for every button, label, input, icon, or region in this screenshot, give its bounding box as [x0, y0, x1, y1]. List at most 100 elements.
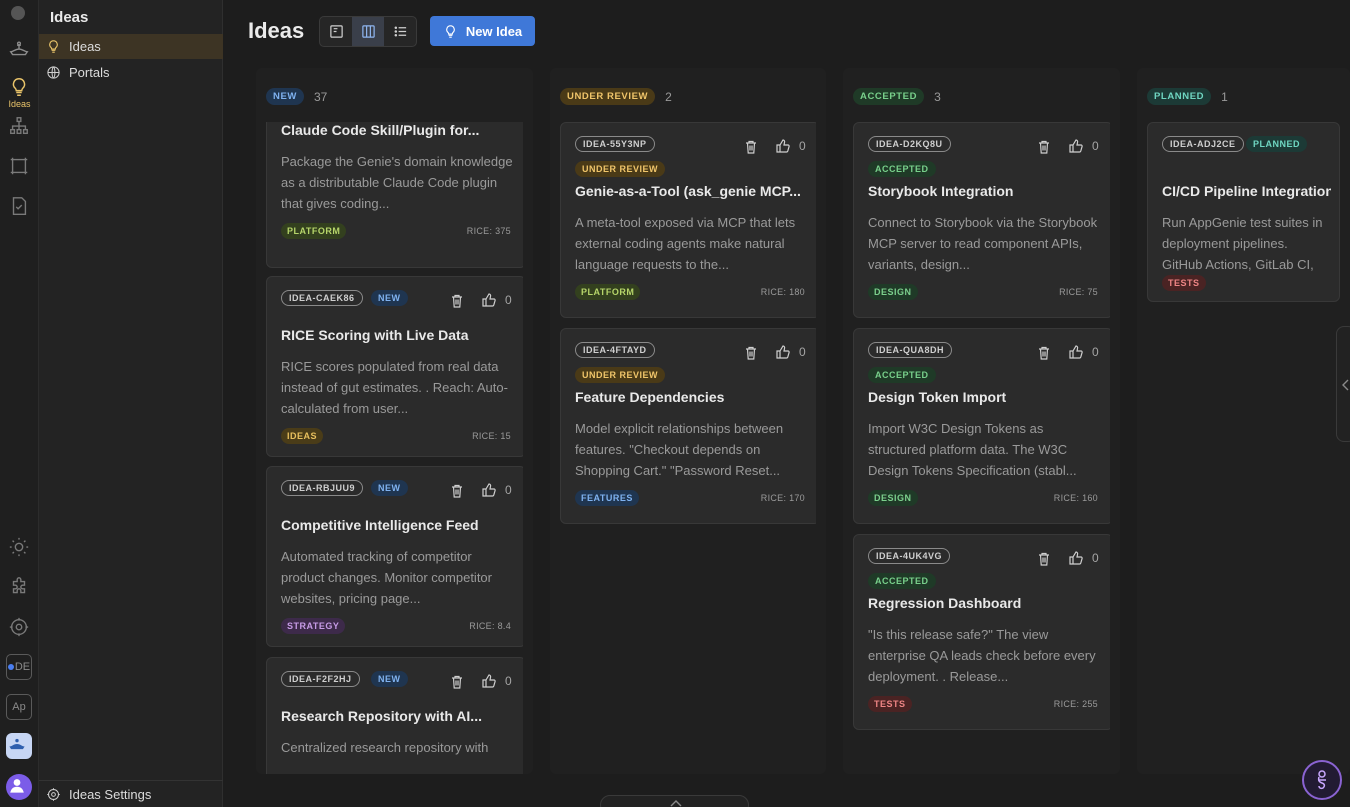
idea-status-badge: NEW	[371, 671, 408, 687]
trash-icon[interactable]	[449, 674, 465, 690]
user-avatar[interactable]	[6, 774, 32, 800]
idea-title[interactable]: Competitive Intelligence Feed	[281, 517, 517, 533]
idea-description: "Is this release safe?" The view enterpr…	[868, 627, 1096, 684]
idea-title[interactable]: Design Token Import	[868, 389, 1104, 405]
ideas-settings-label: Ideas Settings	[69, 786, 152, 802]
rice-score: RICE: 75	[1059, 287, 1098, 297]
column-status-badge: UNDER REVIEW	[560, 88, 656, 105]
column-new: NEW 37 Claude Code Skill/Plugin for... Pack…	[256, 68, 533, 774]
idea-title[interactable]: Genie-as-a-Tool (ask_genie MCP...	[575, 183, 811, 199]
thumbs-up-icon[interactable]	[481, 292, 497, 308]
idea-card[interactable]: IDEA-CAEK86 NEW 0 RICE Scoring with Live Da…	[266, 276, 523, 457]
idea-id-badge: IDEA-D2KQ8U	[868, 136, 951, 152]
genie-lamp-icon[interactable]	[4, 34, 34, 64]
column-count: 1	[1221, 89, 1228, 104]
trash-icon[interactable]	[743, 345, 759, 361]
idea-description: Package the Genie's domain knowledge as …	[281, 154, 513, 211]
rice-score: RICE: 160	[1053, 493, 1098, 503]
idea-tag: DESIGN	[868, 284, 918, 300]
sun-icon[interactable]	[4, 532, 34, 562]
trash-icon[interactable]	[1036, 139, 1052, 155]
idea-card[interactable]: IDEA-F2F2HJ NEW 0 Research Repository with …	[266, 657, 523, 774]
list-view-button[interactable]	[384, 17, 416, 46]
bottom-panel-handle[interactable]	[600, 795, 749, 807]
thumbs-up-icon[interactable]	[1068, 550, 1084, 566]
idea-title[interactable]: Feature Dependencies	[575, 389, 811, 405]
hierarchy-icon[interactable]	[4, 111, 34, 141]
thumbs-up-icon[interactable]	[481, 673, 497, 689]
trash-icon[interactable]	[449, 483, 465, 499]
idea-tag: FEATURES	[575, 490, 639, 506]
list-view-icon	[394, 26, 406, 37]
card-list: IDEA-55Y3NP UNDER REVIEW 0 Genie-as-a-Tool …	[560, 122, 816, 774]
frame-icon[interactable]	[4, 151, 34, 181]
idea-card[interactable]: IDEA-ADJ2CE PLANNED CI/CD Pipeline Integra…	[1147, 122, 1340, 302]
idea-id-badge: IDEA-55Y3NP	[575, 136, 655, 152]
idea-description: Centralized research repository with	[281, 740, 489, 755]
right-panel-handle[interactable]	[1336, 326, 1350, 442]
thumbs-up-icon[interactable]	[481, 482, 497, 498]
ideas-settings-link[interactable]: Ideas Settings	[39, 780, 223, 807]
idea-card[interactable]: IDEA-RBJUU9 NEW 0 Competitive Intelligence …	[266, 466, 523, 647]
sidebar: Ideas Ideas Portals Ideas Settings	[39, 0, 223, 807]
workspace-de-button[interactable]: DE	[6, 654, 32, 680]
thumbs-up-icon[interactable]	[1068, 138, 1084, 154]
board-view-button[interactable]	[352, 17, 384, 46]
idea-id-badge: IDEA-RBJUU9	[281, 480, 364, 496]
idea-status-badge: UNDER REVIEW	[575, 367, 666, 383]
idea-card[interactable]: Claude Code Skill/Plugin for... Package t…	[266, 122, 523, 268]
workspace-ap-button[interactable]: Ap	[6, 694, 32, 720]
idea-title[interactable]: Regression Dashboard	[868, 595, 1104, 611]
idea-id-badge: IDEA-ADJ2CE	[1162, 136, 1244, 152]
vote-count: 0	[799, 345, 806, 359]
globe-icon	[47, 66, 60, 79]
new-idea-button[interactable]: New Idea	[430, 16, 535, 46]
sidebar-item-ideas[interactable]: Ideas	[39, 34, 223, 59]
card-view-button[interactable]	[320, 17, 352, 46]
idea-description: A meta-tool exposed via MCP that lets ex…	[575, 215, 796, 272]
column-count: 37	[313, 89, 328, 104]
thumbs-up-icon[interactable]	[775, 138, 791, 154]
trash-icon[interactable]	[1036, 551, 1052, 567]
status-dot-icon	[7, 664, 14, 670]
vote-count: 0	[1092, 345, 1099, 359]
idea-title[interactable]: Research Repository with AI...	[281, 708, 517, 724]
workspace-de-label: DE	[14, 661, 31, 673]
app-logo-icon[interactable]	[6, 733, 32, 759]
thumbs-up-icon[interactable]	[1068, 344, 1084, 360]
trash-icon[interactable]	[743, 139, 759, 155]
vote-count: 0	[505, 483, 512, 497]
idea-status-badge: NEW	[371, 290, 408, 306]
puzzle-icon[interactable]	[4, 572, 34, 602]
idea-title[interactable]: CI/CD Pipeline Integration	[1162, 183, 1331, 199]
sidebar-item-portals[interactable]: Portals	[39, 60, 223, 85]
thumbs-up-icon[interactable]	[775, 344, 791, 360]
idea-card[interactable]: IDEA-4FTAYD UNDER REVIEW 0 Feature Dependen…	[560, 328, 816, 524]
checklist-icon[interactable]	[4, 191, 34, 221]
idea-card[interactable]: IDEA-55Y3NP UNDER REVIEW 0 Genie-as-a-Tool …	[560, 122, 816, 318]
lightbulb-icon	[49, 40, 58, 53]
idea-status-badge: NEW	[371, 480, 408, 496]
assistant-button[interactable]	[1302, 760, 1342, 800]
idea-tag: STRATEGY	[281, 618, 346, 634]
trash-icon[interactable]	[449, 293, 465, 309]
column-header: PLANNED 1	[1147, 88, 1228, 105]
idea-card[interactable]: IDEA-D2KQ8U ACCEPTED 0 Storybook Integratio…	[853, 122, 1110, 318]
idea-description: Import W3C Design Tokens as structured p…	[868, 421, 1077, 478]
idea-card[interactable]: IDEA-4UK4VG ACCEPTED 0 Regression Dashboard…	[853, 534, 1110, 730]
gear-icon[interactable]	[4, 612, 34, 642]
idea-title[interactable]: RICE Scoring with Live Data	[281, 327, 517, 343]
idea-tag: IDEAS	[281, 428, 324, 444]
trash-icon[interactable]	[1036, 345, 1052, 361]
idea-title[interactable]: Claude Code Skill/Plugin for...	[281, 122, 517, 138]
card-list: IDEA-ADJ2CE PLANNED CI/CD Pipeline Integra…	[1147, 122, 1340, 774]
board-view-icon	[361, 25, 375, 38]
workspace-ap-label: Ap	[12, 701, 26, 713]
gear-icon	[47, 787, 60, 801]
lightbulb-icon[interactable]	[4, 72, 34, 102]
idea-card[interactable]: IDEA-QUA8DH ACCEPTED 0 Design Token Import I…	[853, 328, 1110, 524]
idea-tag: TESTS	[1162, 275, 1206, 291]
vote-count: 0	[505, 293, 512, 307]
idea-tag: DESIGN	[868, 490, 918, 506]
idea-title[interactable]: Storybook Integration	[868, 183, 1104, 199]
